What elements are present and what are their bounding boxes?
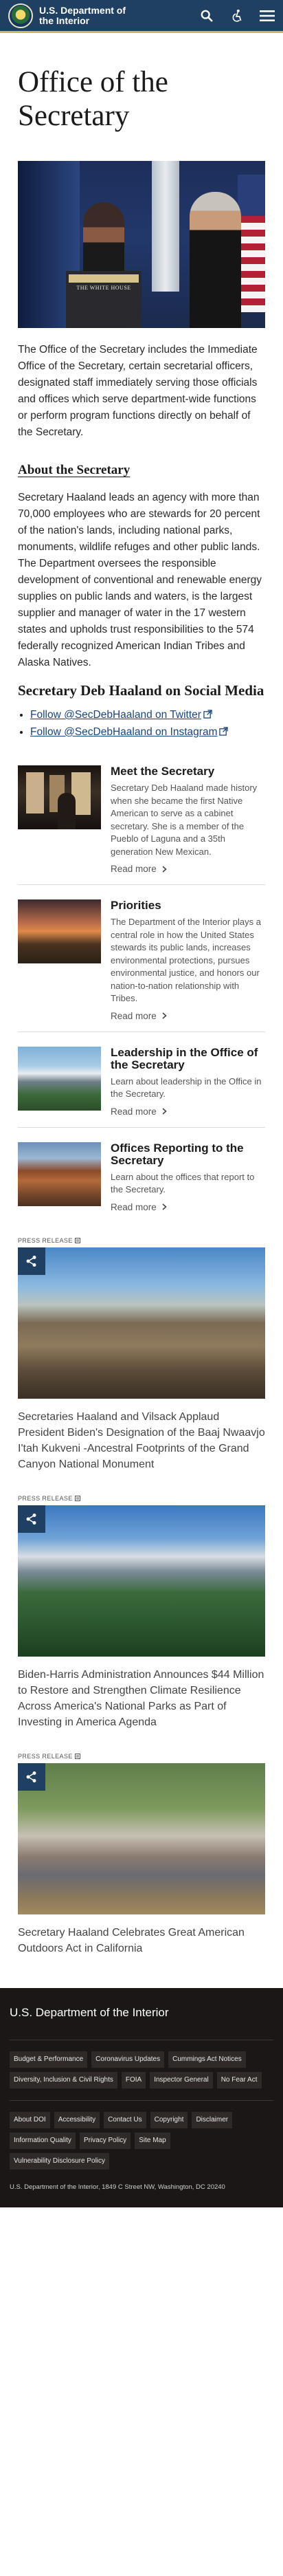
card-text: Learn about the offices that report to t…	[111, 1171, 255, 1195]
external-link-icon	[203, 710, 212, 719]
read-more-link[interactable]: Read more	[111, 1106, 265, 1117]
card-leadership[interactable]: Leadership in the Office of the Secretar…	[18, 1046, 265, 1128]
social-item-twitter: Follow @SecDebHaaland on Twitter	[30, 707, 265, 723]
footer-link[interactable]: About DOI	[10, 2111, 50, 2128]
site-footer: U.S. Department of the Interior Budget &…	[0, 1987, 283, 2207]
press-release-image[interactable]	[18, 1247, 265, 1399]
press-releases: PRESS RELEASE Secretaries Haaland and Vi…	[18, 1237, 265, 1956]
footer-link[interactable]: Vulnerability Disclosure Policy	[10, 2152, 110, 2170]
intro-paragraph: The Office of the Secretary includes the…	[18, 344, 258, 438]
press-release-item[interactable]: PRESS RELEASE Secretaries Haaland and Vi…	[18, 1237, 265, 1472]
card-title[interactable]: Priorities	[111, 899, 265, 912]
feature-cards: Meet the Secretary Secretary Deb Haaland…	[18, 765, 265, 1223]
chevron-right-icon	[162, 865, 167, 873]
site-header: U.S. Department of the Interior	[0, 0, 283, 33]
card-thumbnail	[18, 1046, 101, 1111]
card-thumbnail	[18, 765, 101, 829]
about-paragraph: Secretary Haaland leads an agency with m…	[18, 492, 262, 668]
card-text: Secretary Deb Haaland made history when …	[111, 783, 258, 857]
footer-link[interactable]: Privacy Policy	[79, 2132, 131, 2149]
footer-heading: U.S. Department of the Interior	[10, 2005, 169, 2019]
footer-link[interactable]: FOIA	[121, 2071, 146, 2088]
press-release-title[interactable]: Secretaries Haaland and Vilsack Applaud …	[18, 1409, 265, 1472]
card-text: Learn about leadership in the Office in …	[111, 1076, 262, 1100]
chevron-right-icon	[162, 1108, 167, 1115]
share-button[interactable]	[18, 1247, 45, 1275]
menu-icon[interactable]	[260, 8, 275, 23]
press-release-label: PRESS RELEASE	[18, 1753, 265, 1760]
press-release-title[interactable]: Biden-Harris Administration Announces $4…	[18, 1667, 265, 1730]
header-icons	[199, 8, 275, 23]
press-release-icon	[74, 1753, 80, 1759]
press-release-label: PRESS RELEASE	[18, 1495, 265, 1502]
search-icon[interactable]	[199, 8, 214, 23]
press-release-image[interactable]	[18, 1762, 265, 1914]
press-release-title[interactable]: Secretary Haaland Celebrates Great Ameri…	[18, 1925, 265, 1956]
read-more-link[interactable]: Read more	[111, 1202, 265, 1212]
twitter-link[interactable]: Follow @SecDebHaaland on Twitter	[30, 709, 201, 721]
press-release-label: PRESS RELEASE	[18, 1237, 265, 1244]
footer-link[interactable]: Budget & Performance	[10, 2051, 88, 2068]
footer-link[interactable]: Disclaimer	[192, 2111, 233, 2128]
footer-link[interactable]: No Fear Act	[216, 2071, 262, 2088]
share-icon	[26, 1255, 36, 1267]
share-button[interactable]	[18, 1505, 45, 1533]
accessibility-icon[interactable]	[229, 8, 245, 23]
press-release-icon	[74, 1495, 80, 1501]
social-links: Follow @SecDebHaaland on Twitter Follow …	[18, 707, 265, 740]
chevron-right-icon	[162, 1012, 167, 1019]
footer-link[interactable]: Copyright	[150, 2111, 188, 2128]
press-release-icon	[74, 1237, 80, 1243]
footer-link[interactable]: Cummings Act Notices	[168, 2051, 246, 2068]
press-release-item[interactable]: PRESS RELEASE Biden-Harris Administratio…	[18, 1495, 265, 1730]
about-heading[interactable]: About the Secretary	[18, 463, 265, 478]
site-brand-name[interactable]: U.S. Department of the Interior	[39, 5, 142, 26]
card-title[interactable]: Offices Reporting to the Secretary	[111, 1142, 265, 1167]
page-title: Office of the Secretary	[18, 66, 168, 132]
footer-link[interactable]: Coronavirus Updates	[91, 2051, 165, 2068]
card-offices-reporting[interactable]: Offices Reporting to the Secretary Learn…	[18, 1142, 265, 1223]
footer-divider	[10, 2099, 273, 2101]
social-heading: Secretary Deb Haaland on Social Media	[18, 682, 264, 699]
footer-link[interactable]: Inspector General	[150, 2071, 213, 2088]
card-text: The Department of the Interior plays a c…	[111, 917, 261, 1003]
social-item-instagram: Follow @SecDebHaaland on Instagram	[30, 724, 265, 740]
doi-seal-logo[interactable]	[8, 3, 33, 28]
external-link-icon	[219, 727, 229, 736]
footer-link[interactable]: Contact Us	[104, 2111, 146, 2128]
instagram-link[interactable]: Follow @SecDebHaaland on Instagram	[30, 726, 217, 738]
card-thumbnail	[18, 1142, 101, 1206]
hero-podium-text: THE WHITE HOUSE	[76, 285, 131, 291]
footer-address: U.S. Department of the Interior, 1849 C …	[10, 2183, 225, 2191]
footer-link[interactable]: Information Quality	[10, 2132, 76, 2149]
footer-link[interactable]: Site Map	[135, 2132, 170, 2149]
share-button[interactable]	[18, 1762, 45, 1791]
card-title[interactable]: Leadership in the Office of the Secretar…	[111, 1046, 265, 1071]
read-more-link[interactable]: Read more	[111, 1011, 265, 1021]
share-icon	[26, 1771, 36, 1782]
footer-link[interactable]: Diversity, Inclusion & Civil Rights	[10, 2071, 117, 2088]
main-content: Office of the Secretary THE WHITE HOUSE …	[0, 65, 283, 1956]
chevron-right-icon	[162, 1203, 167, 1210]
press-release-item[interactable]: PRESS RELEASE Secretary Haaland Celebrat…	[18, 1753, 265, 1956]
card-thumbnail	[18, 899, 101, 963]
footer-links-primary: Budget & Performance Coronavirus Updates…	[10, 2051, 273, 2088]
card-meet-secretary[interactable]: Meet the Secretary Secretary Deb Haaland…	[18, 765, 265, 885]
footer-link[interactable]: Accessibility	[54, 2111, 100, 2128]
footer-links-secondary: About DOI Accessibility Contact Us Copyr…	[10, 2111, 273, 2170]
card-priorities[interactable]: Priorities The Department of the Interio…	[18, 899, 265, 1032]
hero-image: THE WHITE HOUSE	[18, 161, 265, 328]
press-release-image[interactable]	[18, 1505, 265, 1657]
read-more-link[interactable]: Read more	[111, 864, 265, 874]
share-icon	[26, 1513, 36, 1525]
card-title[interactable]: Meet the Secretary	[111, 765, 265, 778]
